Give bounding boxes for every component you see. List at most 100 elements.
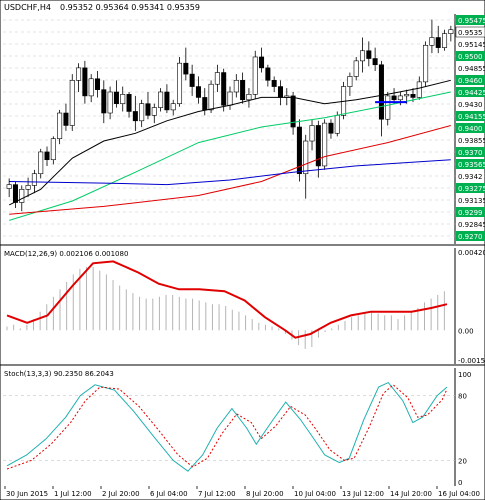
candle-body <box>416 81 422 98</box>
candle-body <box>366 50 372 59</box>
candle-body <box>76 67 82 81</box>
candle-body <box>38 151 44 175</box>
candle-body <box>88 78 94 97</box>
candle-body <box>221 72 227 106</box>
candle-body <box>448 29 454 34</box>
candle-body <box>177 62 183 104</box>
candle-body <box>19 188 25 203</box>
candle-body <box>151 107 157 116</box>
trading-chart[interactable]: 0.95475 0.9535 0.95145 0.9500 0.94855 0.9460 0… <box>0 0 485 500</box>
candle-body <box>240 80 246 101</box>
price-tick-label: 0.92845 <box>458 221 485 229</box>
price-tick-label: 0.95145 <box>458 41 485 49</box>
stoch-axis-label: 20 <box>458 457 467 465</box>
candle-body <box>429 37 435 46</box>
time-axis-label: 6 Jul 04:00 <box>150 490 188 498</box>
candle-body <box>132 111 138 122</box>
candle-body <box>170 103 176 111</box>
candle-body <box>63 112 69 126</box>
candle-body <box>404 94 410 97</box>
candle-body <box>359 50 366 62</box>
candle-body <box>214 72 220 85</box>
candle-body <box>423 44 429 83</box>
price-tag-label: 0.9535 <box>458 29 483 37</box>
candle-body <box>126 94 132 112</box>
candle-body <box>145 103 151 116</box>
candle-body <box>69 80 75 126</box>
candle-body <box>246 94 252 101</box>
stoch-label: Stoch(13,3,3) 90.2350 86.2043 <box>4 370 114 378</box>
price-tick-label: 0.9430 <box>458 101 483 109</box>
time-axis-label: 13 Jul 12:00 <box>342 490 384 498</box>
time-axis-label: 14 Jul 20:00 <box>390 490 432 498</box>
candle-body <box>202 97 208 111</box>
price-tag-label: 0.9299 <box>458 209 483 217</box>
price-tag-label: 0.9370 <box>458 149 483 157</box>
candle-body <box>50 138 56 161</box>
macd-label: MACD(12,26,9) 0.002106 0.001080 <box>4 250 128 258</box>
candle-body <box>303 140 309 175</box>
candle-body <box>44 151 50 161</box>
candle-body <box>183 62 189 75</box>
candle-body <box>113 91 119 104</box>
candle-body <box>158 91 164 108</box>
macd-axis-label: 0.004206 <box>458 249 485 257</box>
price-tag-label: 0.93565 <box>458 161 485 169</box>
candle-body <box>94 78 101 90</box>
candle-body <box>265 67 271 81</box>
candle-body <box>372 58 378 66</box>
candle-body <box>57 112 63 140</box>
candle-body <box>12 184 18 203</box>
price-tag-label: 0.9500 <box>458 53 483 61</box>
candle-body <box>82 67 88 97</box>
macd-axis-label: -0.001598 <box>458 357 485 365</box>
candle-body <box>107 91 113 114</box>
candle-body <box>435 37 441 48</box>
candle-body <box>208 83 214 111</box>
candle-body <box>442 33 448 48</box>
candle-body <box>139 103 145 122</box>
price-tag-label: 0.94425 <box>458 89 485 97</box>
time-axis-label: 8 Jul 20:00 <box>246 490 284 498</box>
candle-body <box>25 185 31 190</box>
time-axis-label: 1 Jul 12:00 <box>54 490 92 498</box>
price-tag-label: 0.9400 <box>458 125 483 133</box>
candle-body <box>391 95 397 101</box>
symbol-label: USDCHF,H4 <box>4 3 51 12</box>
candle-body <box>31 173 37 186</box>
candle-body <box>397 95 403 101</box>
price-tick-label: 0.93855 <box>458 137 485 145</box>
price-tag-label: 0.95475 <box>458 17 485 25</box>
candle-body <box>120 94 126 104</box>
candle-body <box>164 91 170 111</box>
price-tag-label: 0.94155 <box>458 113 485 121</box>
price-tick-label: 0.94855 <box>458 65 485 73</box>
candle-body <box>328 122 334 134</box>
candle-body <box>385 95 391 120</box>
candle-body <box>227 91 233 106</box>
candle-body <box>322 122 328 167</box>
candle-body <box>271 80 277 87</box>
price-tick-label: 0.9342 <box>458 173 483 181</box>
candle-body <box>277 86 283 98</box>
price-tick-label: 0.93135 <box>458 197 485 205</box>
candle-body <box>378 64 384 120</box>
candle-body <box>259 56 265 69</box>
candle-body <box>334 115 340 134</box>
stoch-axis-label: 0 <box>458 479 462 487</box>
time-axis-label: 7 Jul 12:00 <box>198 490 236 498</box>
candle-body <box>6 184 12 189</box>
time-axis-label: 10 Jul 04:00 <box>294 490 336 498</box>
stoch-axis-label: 80 <box>458 393 467 401</box>
candle-body <box>233 80 239 93</box>
ohlc-label: 0.95352 0.95364 0.95341 0.95359 <box>60 3 200 12</box>
candle-body <box>101 89 107 114</box>
macd-axis-label: 0.00 <box>458 327 474 335</box>
price-tag-label: 0.9460 <box>458 77 483 85</box>
candle-body <box>309 125 315 142</box>
time-axis-label: 2 Jul 20:00 <box>102 490 140 498</box>
candle-body <box>353 60 359 77</box>
candle-body <box>195 86 201 98</box>
stoch-axis-label: 100 <box>458 371 471 379</box>
price-tag-label: 0.9270 <box>458 233 483 241</box>
